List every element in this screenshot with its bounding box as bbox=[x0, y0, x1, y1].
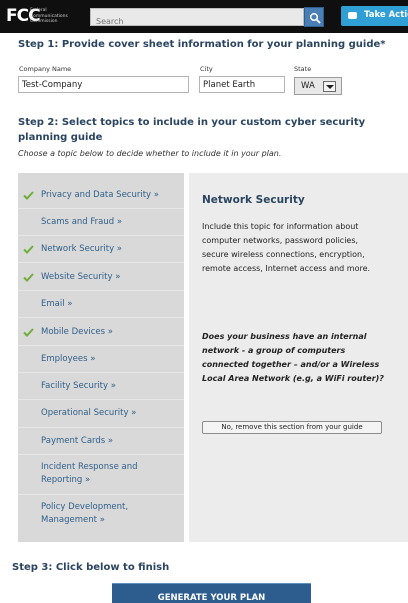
topic-label: Incident Response and Reporting » bbox=[41, 462, 138, 485]
search-input[interactable] bbox=[91, 13, 303, 30]
topic-label: Privacy and Data Security » bbox=[41, 190, 159, 200]
state-value: WA bbox=[301, 81, 315, 91]
search-box bbox=[90, 8, 304, 30]
remove-section-button[interactable]: No, remove this section from your guide bbox=[202, 421, 382, 434]
company-name-label: Company Name bbox=[19, 65, 72, 73]
detail-title: Network Security bbox=[202, 194, 305, 206]
topic-label: Scams and Fraud » bbox=[41, 217, 123, 227]
take-action-label: Take Action bbox=[364, 10, 408, 20]
topic-item-website[interactable]: Website Security » bbox=[18, 263, 184, 291]
topic-item-mobile[interactable]: Mobile Devices » bbox=[18, 318, 184, 346]
city-label: City bbox=[200, 65, 213, 73]
step2-title: Step 2: Select topics to include in your… bbox=[18, 117, 366, 143]
state-label: State bbox=[294, 65, 312, 73]
checkmark-icon bbox=[23, 191, 34, 200]
checkmark-icon bbox=[23, 273, 34, 282]
dropdown-arrow bbox=[323, 81, 336, 92]
topic-label: Email » bbox=[41, 299, 73, 309]
take-action-button[interactable]: Take Action bbox=[341, 6, 408, 26]
topic-label: Mobile Devices » bbox=[41, 327, 113, 337]
topic-item-employees[interactable]: Employees » bbox=[18, 346, 184, 373]
company-name-input[interactable] bbox=[18, 76, 189, 93]
topics-panel: Privacy and Data Security » Scams and Fr… bbox=[18, 173, 408, 542]
topic-item-privacy[interactable]: Privacy and Data Security » bbox=[18, 181, 184, 209]
topic-item-incident[interactable]: Incident Response and Reporting » bbox=[18, 455, 184, 495]
search-icon bbox=[309, 12, 321, 24]
topic-list: Privacy and Data Security » Scams and Fr… bbox=[18, 173, 184, 542]
generate-plan-label: GENERATE YOUR PLAN bbox=[157, 593, 266, 603]
city-input[interactable] bbox=[199, 76, 285, 93]
chevron-down-icon bbox=[326, 85, 334, 89]
topic-item-operational[interactable]: Operational Security » bbox=[18, 400, 184, 428]
step3-title: Step 3: Click below to finish bbox=[12, 562, 170, 573]
topic-label: Facility Security » bbox=[41, 381, 116, 391]
topic-label: Payment Cards » bbox=[41, 436, 114, 446]
topic-item-email[interactable]: Email » bbox=[18, 291, 184, 318]
topic-item-network[interactable]: Network Security » bbox=[18, 236, 184, 263]
topic-label: Operational Security » bbox=[41, 408, 137, 418]
topic-item-scams[interactable]: Scams and Fraud » bbox=[18, 209, 184, 236]
speech-bubble-icon bbox=[348, 12, 357, 19]
detail-question: Does your business have an internal netw… bbox=[202, 332, 384, 383]
topic-label: Policy Development, Management » bbox=[41, 502, 129, 525]
topic-label: Website Security » bbox=[41, 272, 121, 282]
detail-body: Include this topic for information about… bbox=[202, 222, 371, 273]
checkmark-icon bbox=[23, 245, 34, 254]
step2-subtitle: Choose a topic below to decide whether t… bbox=[18, 149, 282, 158]
site-header: FCC Federal Communications Commission Ta… bbox=[0, 0, 408, 33]
logo-text: Federal Communications Commission bbox=[30, 8, 68, 24]
topic-label: Employees » bbox=[41, 354, 96, 364]
fcc-logo[interactable]: FCC Federal Communications Commission bbox=[6, 6, 84, 28]
state-select[interactable]: WA bbox=[294, 77, 342, 95]
topic-label: Network Security » bbox=[41, 244, 122, 254]
step1-title: Step 1: Provide cover sheet information … bbox=[18, 39, 386, 50]
search-button[interactable] bbox=[304, 7, 324, 27]
generate-plan-button[interactable]: GENERATE YOUR PLAN bbox=[112, 583, 311, 603]
topic-item-policy[interactable]: Policy Development, Management » bbox=[18, 495, 184, 535]
topic-item-payment[interactable]: Payment Cards » bbox=[18, 428, 184, 455]
checkmark-icon bbox=[23, 328, 34, 337]
topic-detail: Network Security Include this topic for … bbox=[189, 173, 408, 542]
topic-item-facility[interactable]: Facility Security » bbox=[18, 373, 184, 400]
